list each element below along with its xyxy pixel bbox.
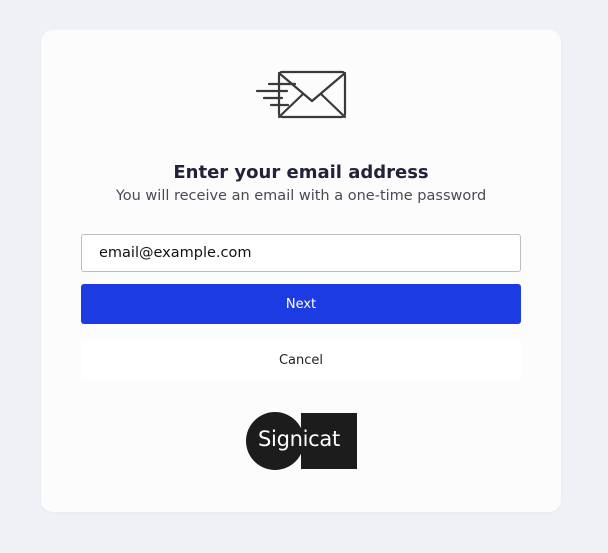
page-subtitle: You will receive an email with a one-tim… xyxy=(115,188,487,204)
login-card: Enter your email address You will receiv… xyxy=(41,30,561,512)
email-field[interactable] xyxy=(81,234,521,272)
page-title: Enter your email address xyxy=(173,162,429,183)
logo-text: Signicat xyxy=(258,427,340,451)
next-button[interactable]: Next xyxy=(81,284,521,324)
signicat-logo: Signicat xyxy=(246,412,357,470)
cancel-button[interactable]: Cancel xyxy=(81,340,521,380)
envelope-send-icon xyxy=(255,70,347,119)
